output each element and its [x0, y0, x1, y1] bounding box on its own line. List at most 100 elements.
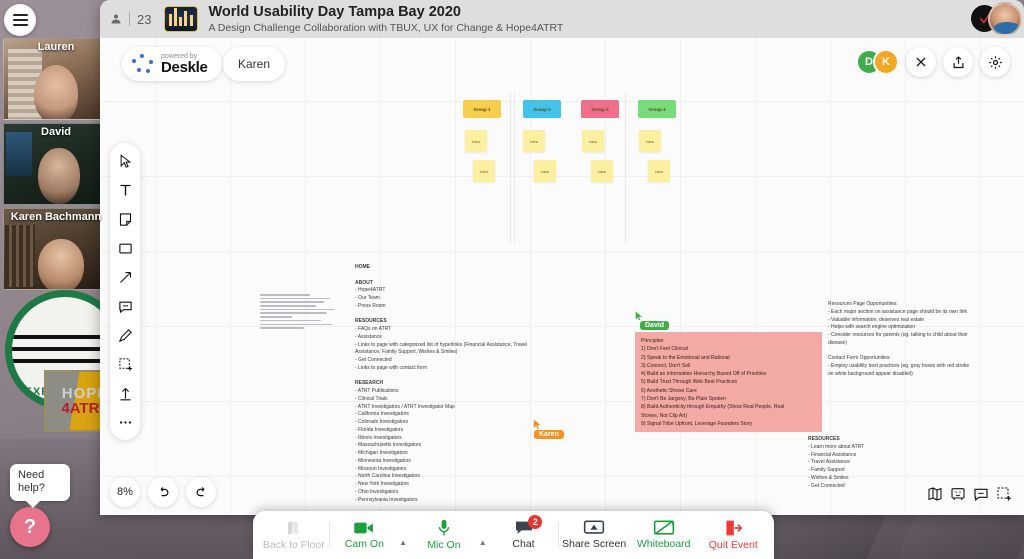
text-line: Contact Form Opportunities:: [828, 355, 891, 362]
help-widget[interactable]: Need help? ?: [10, 463, 102, 547]
text-icon[interactable]: [116, 181, 134, 199]
text-line: ABOUT: [355, 279, 373, 286]
comment-button[interactable]: [973, 486, 989, 507]
opportunities-note[interactable]: Resources Page Opportunities: - Each majo…: [828, 301, 1024, 379]
deskle-brand[interactable]: powered by Deskle: [122, 47, 222, 81]
cursor-label-david: David: [640, 321, 670, 330]
text-line: - Hope4ATRT: [355, 287, 386, 294]
sticky-note-icon[interactable]: [116, 210, 134, 228]
text-line: - Each major section on assistance page …: [828, 308, 967, 315]
pencil-icon[interactable]: [116, 326, 134, 344]
frame-add-button[interactable]: [996, 486, 1012, 507]
floor-map-icon: [287, 521, 298, 535]
text-line: - Florida Investigators: [355, 426, 404, 433]
frame-select-icon[interactable]: [116, 355, 134, 373]
group-column[interactable]: Group 3 Idea Idea: [581, 100, 633, 182]
text-line: - ATRT Investigators / ATRT Investigator…: [355, 403, 455, 410]
chat-button[interactable]: Chat 2: [489, 511, 559, 559]
exit-icon: [726, 520, 743, 536]
text-line: RESOURCES: [355, 318, 387, 325]
text-line: - Pennsylvania Investigators: [355, 496, 418, 503]
microphone-options-caret[interactable]: ▲: [479, 538, 489, 547]
idea-note[interactable]: Idea: [582, 130, 604, 152]
text-line: - Assistance: [355, 333, 382, 340]
text-line: - Missouri Investigators: [355, 465, 407, 472]
text-line: - Colorado Investigators: [355, 419, 409, 425]
board-canvas[interactable]: powered by Deskle Karen D K 8% Group 1 I…: [100, 38, 1024, 515]
button-label: Share Screen: [561, 538, 627, 551]
text-line: 2) Speak to the Emotional and Rational: [641, 354, 730, 361]
quit-event-button[interactable]: Quit Event: [698, 511, 768, 559]
text-line: - Michigan Investigators: [355, 450, 408, 456]
video-tile[interactable]: Karen Bachmann: [3, 208, 109, 290]
settings-button[interactable]: [980, 47, 1010, 77]
rectangle-icon[interactable]: [116, 239, 134, 257]
self-avatar[interactable]: [988, 2, 1022, 36]
idea-note[interactable]: Idea: [648, 160, 670, 182]
current-user-pill[interactable]: Karen: [223, 47, 286, 81]
text-line: - FAQs on ATRT: [355, 326, 392, 332]
idea-note[interactable]: Idea: [473, 160, 495, 182]
idea-note[interactable]: Idea: [523, 130, 545, 152]
avatar[interactable]: K: [873, 49, 899, 75]
text-line: RESEARCH: [355, 380, 384, 387]
share-screen-button[interactable]: Share Screen: [559, 511, 629, 559]
idea-note[interactable]: Idea: [465, 130, 487, 152]
group-header[interactable]: Group 1: [463, 100, 501, 118]
zoom-level[interactable]: 8%: [110, 477, 140, 507]
page-subtitle: A Design Challenge Collaboration with TB…: [208, 21, 564, 34]
video-tile[interactable]: Lauren: [3, 38, 109, 120]
group-column[interactable]: Group 4 Idea Idea: [638, 100, 690, 182]
back-to-floor-button[interactable]: Back to Floor: [259, 511, 329, 559]
idea-note[interactable]: Idea: [639, 130, 661, 152]
group-column[interactable]: Group 2 Idea Idea: [523, 100, 575, 182]
video-tile[interactable]: David: [3, 123, 109, 205]
idea-note[interactable]: Idea: [534, 160, 556, 182]
undo-button[interactable]: [148, 477, 178, 507]
presentation-icon: [951, 488, 965, 501]
canvas-utility-bar: [927, 486, 1012, 507]
comment-icon[interactable]: [116, 297, 134, 315]
close-button[interactable]: [906, 47, 936, 77]
group-column[interactable]: Group 1 Idea Idea: [463, 100, 515, 182]
brand-name: Deskle: [161, 58, 208, 76]
resources-list[interactable]: RESOURCES - Learn more about ATRT - Financ…: [808, 436, 938, 490]
divider: [129, 12, 130, 26]
text-line: 3) Connect, Don't Sell: [641, 362, 691, 369]
camera-options-caret[interactable]: ▲: [399, 538, 409, 547]
text-line: - Wishes & Smiles: [808, 474, 849, 481]
person-icon: [111, 14, 121, 24]
undo-icon: [160, 486, 168, 496]
text-line: Assistance, Family Support, Wishes & Smi…: [355, 349, 458, 356]
camera-button[interactable]: Cam On: [330, 511, 400, 559]
pink-sticky-note[interactable]: Principles: 1) Don't Feel Clinical 2) Spea…: [635, 332, 822, 432]
participant-count: 23: [100, 12, 161, 27]
question-mark-icon: ?: [23, 515, 37, 538]
group-header[interactable]: Group 4: [638, 100, 676, 118]
comment-icon: [974, 488, 988, 502]
idea-note[interactable]: Idea: [591, 160, 613, 182]
upload-icon[interactable]: [116, 384, 134, 402]
text-line: - Massachusetts Investigators: [355, 442, 422, 449]
share-icon: [953, 55, 963, 68]
cursor-icon[interactable]: [116, 152, 134, 170]
share-button[interactable]: [943, 47, 973, 77]
presentation-button[interactable]: [950, 486, 966, 507]
menu-button[interactable]: [4, 4, 36, 36]
text-line: - Employ usability best practices (eg. g…: [828, 363, 970, 369]
micro-text-note[interactable]: [260, 294, 340, 331]
help-tooltip: Need help?: [10, 463, 70, 508]
button-label: Whiteboard: [636, 538, 691, 551]
whiteboard-button[interactable]: Whiteboard: [629, 511, 699, 559]
arrow-icon[interactable]: [116, 268, 134, 286]
help-button[interactable]: ?: [10, 507, 50, 547]
group-header[interactable]: Group 2: [523, 100, 561, 118]
button-label: Back to Floor: [262, 539, 325, 552]
microphone-button[interactable]: Mic On: [409, 511, 479, 559]
redo-button[interactable]: [186, 477, 216, 507]
group-header[interactable]: Group 3: [581, 100, 619, 118]
sitemap-text[interactable]: HOME ABOUT - Hope4ATRT - Our Team - Press R…: [355, 264, 555, 504]
text-line: 4) Build an Information Hierarchy Based …: [641, 371, 767, 378]
hamburger-icon: [12, 14, 28, 16]
more-icon[interactable]: [116, 413, 134, 431]
